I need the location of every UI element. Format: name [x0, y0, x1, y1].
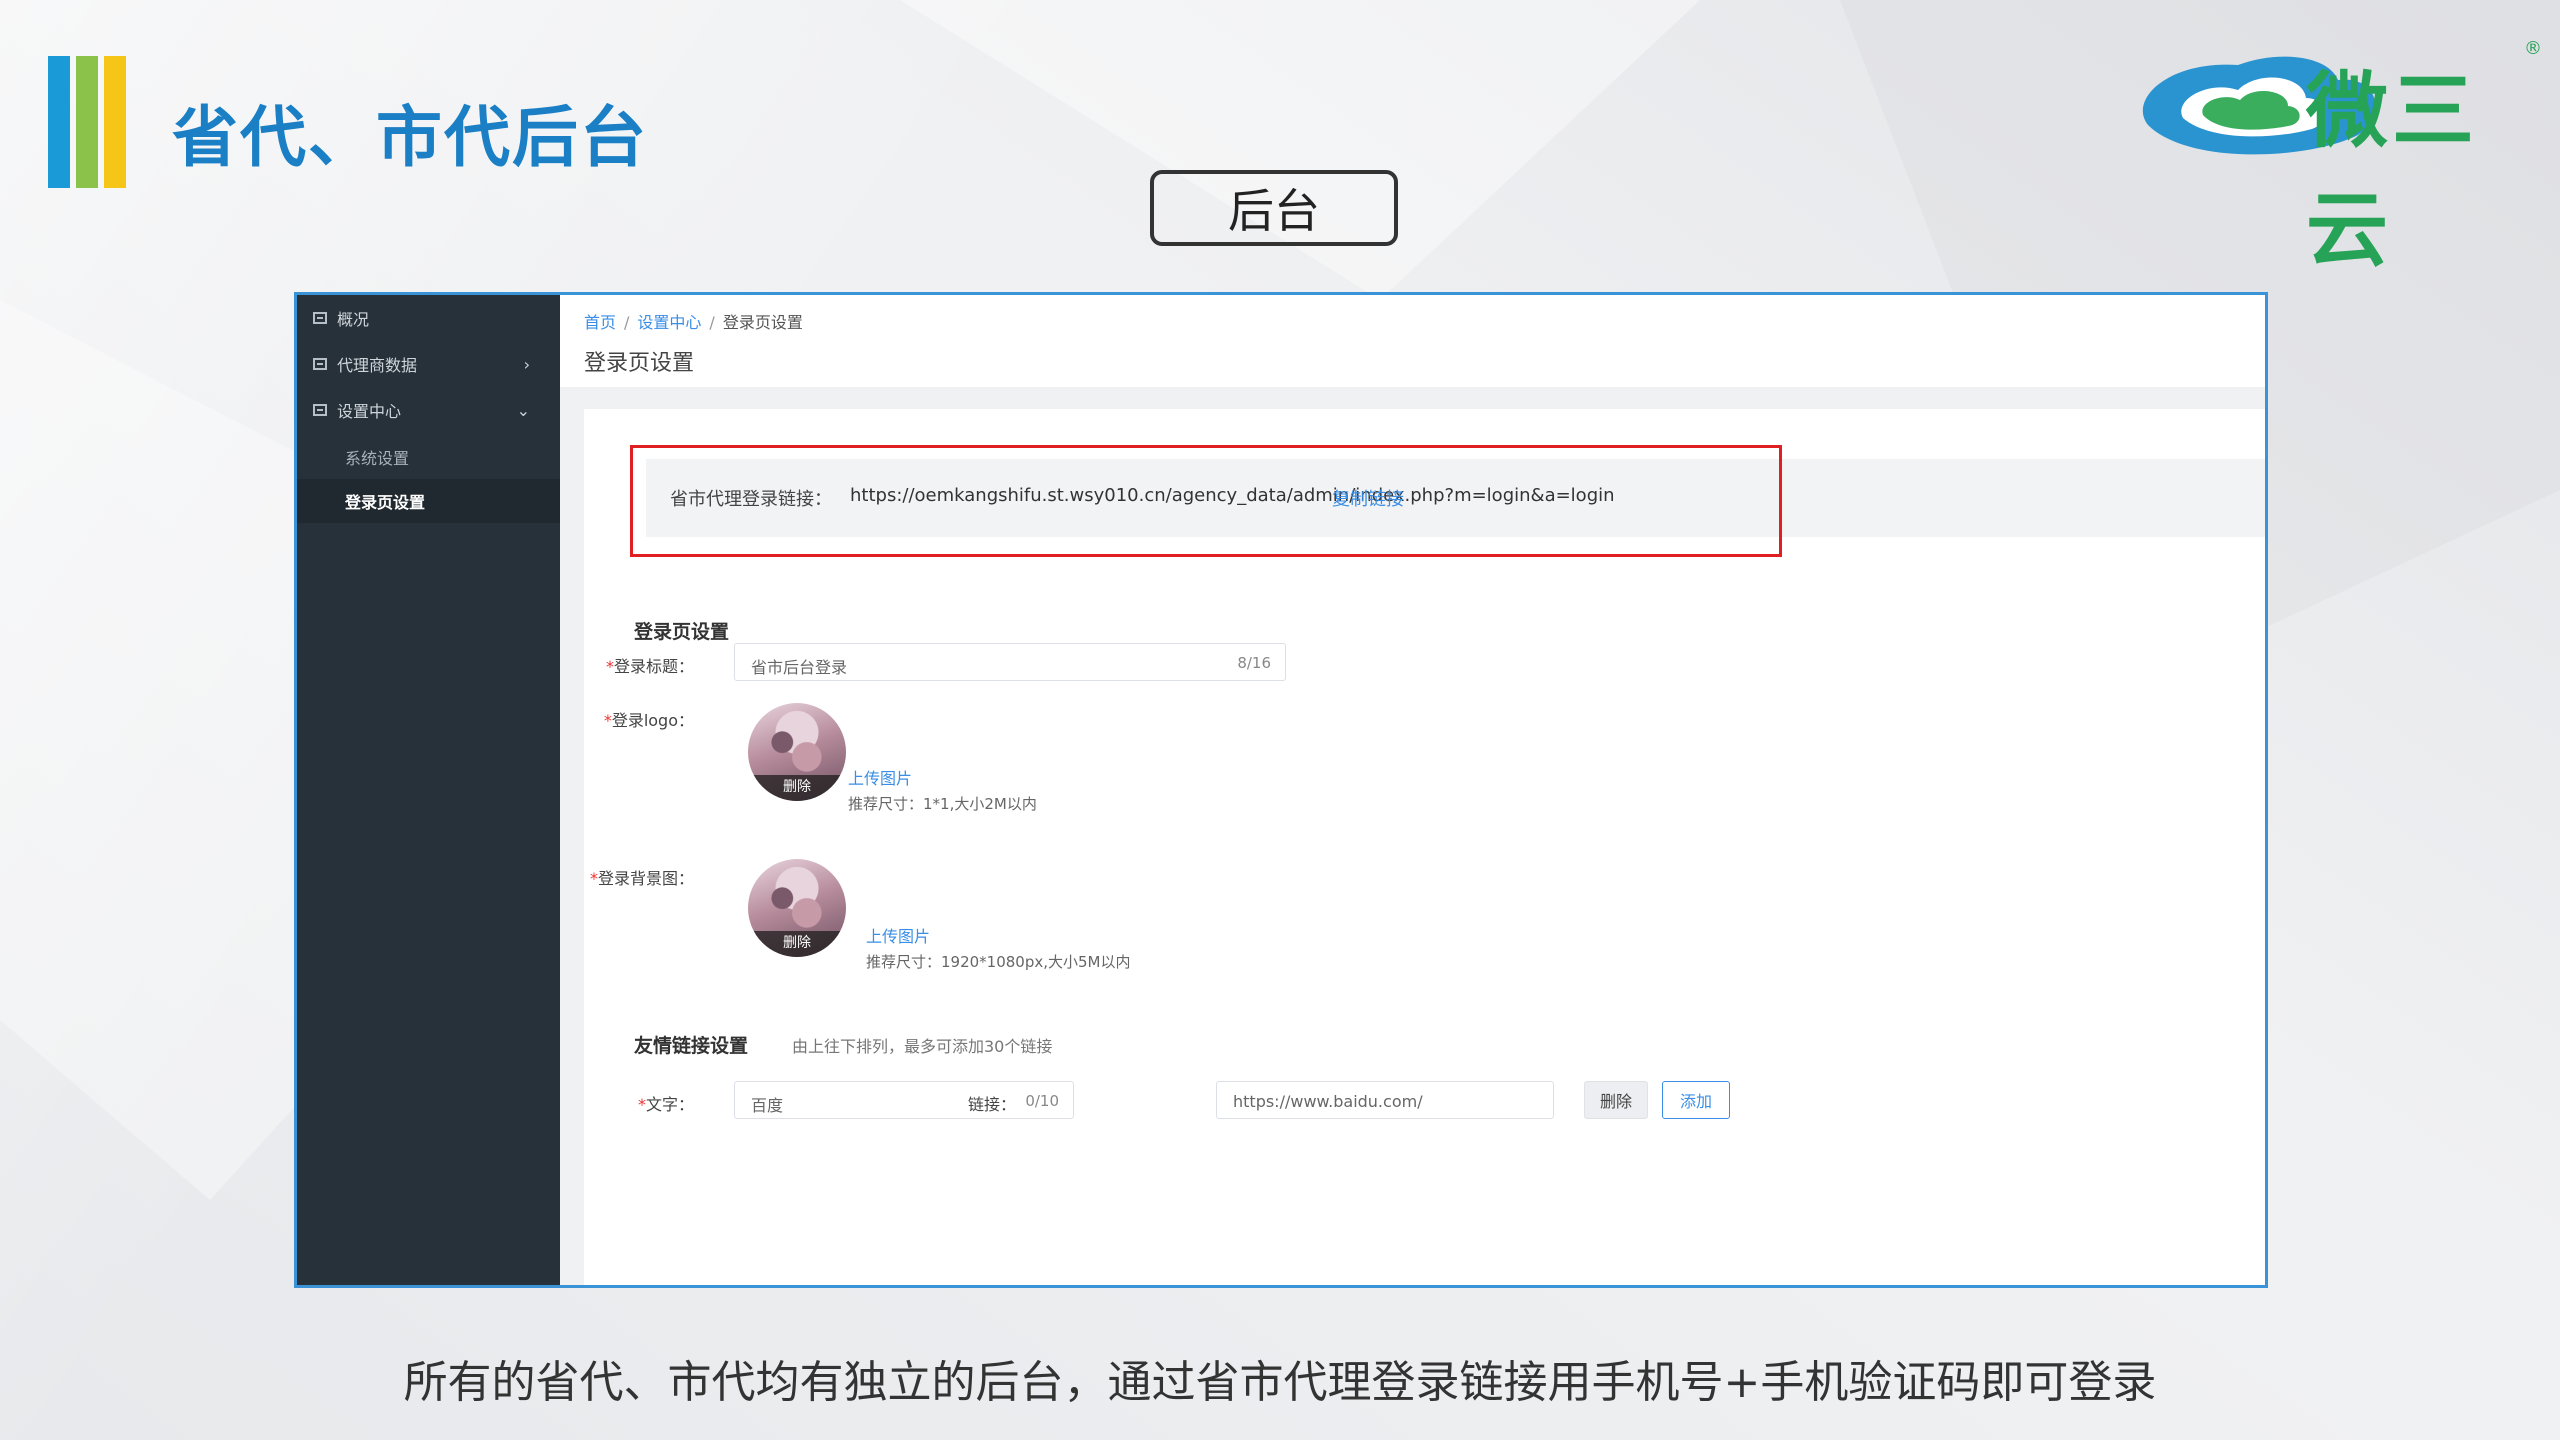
- sidebar-item-settings-center[interactable]: 设置中心 ⌄: [297, 387, 560, 433]
- sidebar-subitem-login-page-settings[interactable]: 登录页设置: [297, 479, 560, 523]
- sidebar-item-overview[interactable]: 概况: [297, 295, 560, 341]
- friend-links-note: 由上往下排列，最多可添加30个链接: [792, 1037, 1053, 1056]
- delete-background-button[interactable]: 删除: [748, 931, 846, 957]
- sidebar-item-label: 设置中心: [337, 402, 402, 421]
- background-facet: [900, 0, 1700, 300]
- delete-logo-button[interactable]: 删除: [748, 775, 846, 801]
- required-mark: *: [589, 869, 598, 888]
- page-heading: 登录页设置: [584, 351, 695, 376]
- login-logo-label: *登录logo：: [554, 707, 694, 731]
- login-title-label: *登录标题：: [554, 653, 694, 677]
- grid-icon: [313, 404, 327, 416]
- slide-caption: 所有的省代、市代均有独立的后台，通过省市代理登录链接用手机号+手机验证码即可登录: [403, 1357, 2157, 1408]
- background-size-hint: 推荐尺寸：1920*1080px,大小5M以内: [866, 953, 1131, 971]
- sidebar-item-label: 代理商数据: [337, 356, 418, 375]
- accent-bar-green: [76, 56, 98, 188]
- link-text-label: *文字：: [554, 1091, 694, 1115]
- breadcrumb-separator: /: [624, 313, 630, 332]
- add-link-button[interactable]: 添加: [1662, 1081, 1730, 1119]
- upload-logo-button[interactable]: 上传图片: [848, 765, 912, 789]
- brand-name: 微三云: [2306, 64, 2479, 278]
- accent-bar-yellow: [104, 56, 126, 188]
- login-background-label: *登录背景图：: [554, 865, 694, 889]
- login-settings-title: 登录页设置: [634, 621, 730, 643]
- link-url-input[interactable]: https://www.baidu.com/: [1216, 1081, 1554, 1119]
- label-text: 登录logo：: [611, 711, 694, 730]
- breadcrumb-home[interactable]: 首页: [584, 313, 616, 332]
- sidebar-subitem-system-settings[interactable]: 系统设置: [297, 435, 560, 479]
- char-counter: 8/16: [1237, 654, 1271, 672]
- upload-background-button[interactable]: 上传图片: [866, 923, 930, 947]
- input-value: https://www.baidu.com/: [1233, 1092, 1423, 1111]
- breadcrumb-current: 登录页设置: [722, 313, 803, 332]
- title-accent-bars: [48, 56, 126, 188]
- background-thumbnail: 删除: [748, 859, 846, 957]
- main-area: 首页 / 设置中心 / 登录页设置 登录页设置 省市代理登录链接： https://oe…: [560, 295, 2265, 1285]
- login-title-input[interactable]: 省市后台登录 8/16: [734, 643, 1286, 681]
- label-text: 文字：: [645, 1095, 694, 1114]
- logo-thumbnail: 删除: [748, 703, 846, 801]
- slide-title: 省代、市代后台: [172, 99, 648, 176]
- page-header: 首页 / 设置中心 / 登录页设置 登录页设置: [560, 295, 2265, 387]
- input-value: 百度: [751, 1096, 784, 1115]
- friend-links-title: 友情链接设置: [634, 1035, 749, 1057]
- section-label: 后台: [1150, 170, 1398, 246]
- sidebar: 概况 代理商数据 › 设置中心 ⌄ 系统设置 登录页设置: [297, 295, 560, 1285]
- highlight-box: [630, 445, 1782, 557]
- required-mark: *: [605, 657, 614, 676]
- grid-icon: [313, 358, 327, 370]
- breadcrumb-separator: /: [709, 313, 715, 332]
- sidebar-item-label: 概况: [337, 310, 370, 329]
- char-counter: 0/10: [1025, 1092, 1059, 1110]
- required-mark: *: [603, 711, 612, 730]
- grid-icon: [313, 312, 327, 324]
- content-panel: 省市代理登录链接： https://oemkangshifu.st.wsy010…: [584, 409, 2265, 1285]
- breadcrumb: 首页 / 设置中心 / 登录页设置: [584, 309, 803, 333]
- link-url-label: 链接：: [967, 1095, 1016, 1114]
- logo-size-hint: 推荐尺寸：1*1,大小2M以内: [848, 795, 1037, 813]
- admin-screenshot-frame: 概况 代理商数据 › 设置中心 ⌄ 系统设置 登录页设置 首页 / 设置中心 / 登录页…: [294, 292, 2268, 1288]
- breadcrumb-settings[interactable]: 设置中心: [637, 313, 701, 332]
- required-mark: *: [637, 1095, 646, 1114]
- label-text: 登录标题：: [613, 657, 694, 676]
- chevron-down-icon: ⌄: [516, 400, 530, 420]
- label-text: 登录背景图：: [597, 869, 694, 888]
- delete-link-button[interactable]: 删除: [1584, 1081, 1648, 1119]
- sidebar-item-agent-data[interactable]: 代理商数据 ›: [297, 341, 560, 387]
- input-value: 省市后台登录: [751, 658, 848, 677]
- accent-bar-blue: [48, 56, 70, 188]
- chevron-right-icon: ›: [523, 354, 530, 374]
- registered-mark: ®: [2524, 38, 2542, 59]
